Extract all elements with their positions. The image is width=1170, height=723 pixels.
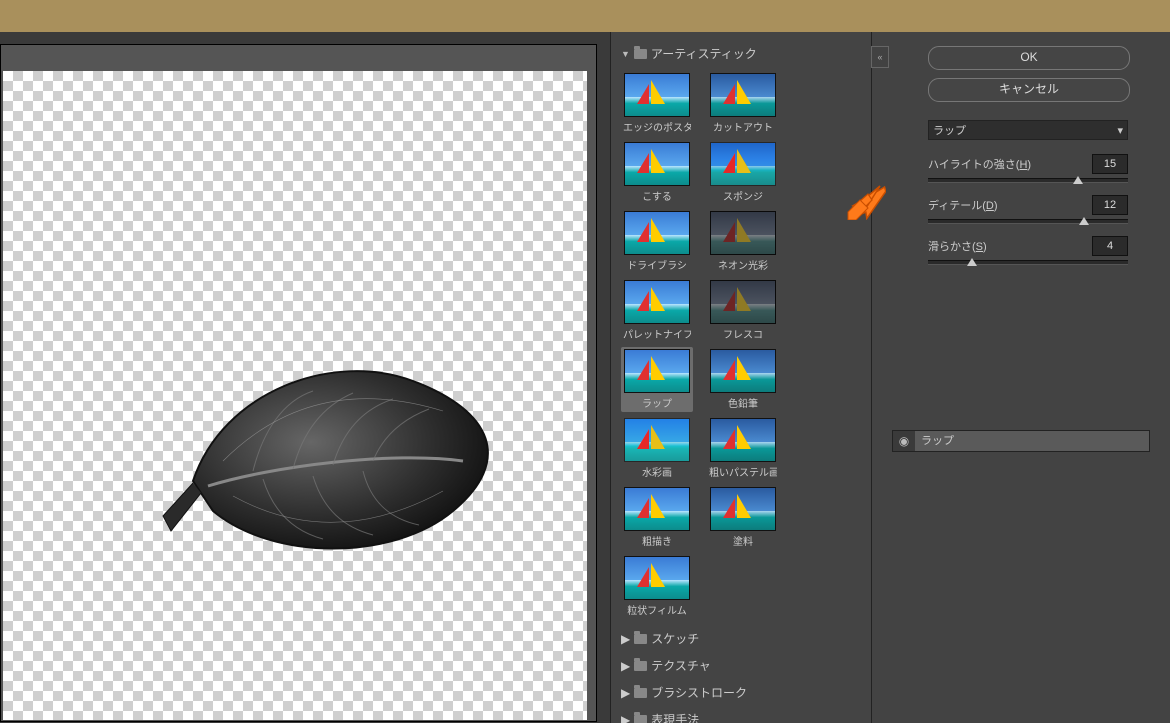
preview-canvas[interactable] <box>3 71 587 720</box>
disclosure-right-icon: ▶ <box>621 632 630 646</box>
slider-knob[interactable] <box>967 258 977 266</box>
filter-category-panel: ▼ アーティスティック エッジのポスタリゼーション カットアウト こする スポン… <box>610 32 872 723</box>
artistic-thumbnails: エッジのポスタリゼーション カットアウト こする スポンジ ドライブラシ ネオン… <box>611 65 871 625</box>
disclosure-right-icon: ▶ <box>621 713 630 723</box>
folder-icon <box>634 715 647 723</box>
effect-layer-row[interactable]: ◉ ラップ <box>892 430 1150 452</box>
category-brush[interactable]: ▶ ブラシストローク <box>611 679 871 706</box>
slider-label: 滑らかさ(S) <box>928 238 987 254</box>
category-stylize[interactable]: ▶ 表現手法 <box>611 706 871 723</box>
filter-neon[interactable]: ネオン光彩 <box>707 209 779 274</box>
folder-icon <box>634 688 647 698</box>
slider-knob[interactable] <box>1079 217 1089 225</box>
folder-icon <box>634 661 647 671</box>
slider-label: ディテール(D) <box>928 197 998 213</box>
chevron-down-icon: ▾ <box>1117 124 1123 137</box>
filter-select[interactable]: ラップ ▾ <box>928 120 1128 140</box>
filter-paint[interactable]: 塗料 <box>707 485 779 550</box>
category-label: テクスチャ <box>651 657 711 674</box>
slider-detail: ディテール(D) 12 <box>928 195 1128 224</box>
category-label: 表現手法 <box>651 711 699 723</box>
disclosure-down-icon: ▼ <box>621 49 630 59</box>
category-label: アーティスティック <box>651 45 757 62</box>
filter-rough-draw[interactable]: 粗描き <box>621 485 693 550</box>
category-label: ブラシストローク <box>651 684 747 701</box>
disclosure-right-icon: ▶ <box>621 686 630 700</box>
disclosure-right-icon: ▶ <box>621 659 630 673</box>
filter-drybrush[interactable]: ドライブラシ <box>621 209 693 274</box>
filter-cutout[interactable]: カットアウト <box>707 71 779 136</box>
slider-smooth: 滑らかさ(S) 4 <box>928 236 1128 265</box>
filter-pencil[interactable]: 色鉛筆 <box>707 347 779 412</box>
window-titlebar <box>0 0 1170 32</box>
filter-watercolor[interactable]: 水彩画 <box>621 416 693 481</box>
filter-select-value: ラップ <box>933 122 966 138</box>
category-sketch[interactable]: ▶ スケッチ <box>611 625 871 652</box>
effect-layer-name: ラップ <box>915 431 1149 451</box>
cancel-button[interactable]: キャンセル <box>928 78 1130 102</box>
preview-pane <box>0 32 610 723</box>
slider-track[interactable] <box>928 219 1128 224</box>
filter-edge-poster[interactable]: エッジのポスタリゼーション <box>621 71 693 136</box>
category-texture[interactable]: ▶ テクスチャ <box>611 652 871 679</box>
slider-value[interactable]: 15 <box>1092 154 1128 174</box>
visibility-eye-icon[interactable]: ◉ <box>893 434 915 448</box>
filter-palette[interactable]: パレットナイフ <box>621 278 693 343</box>
slider-highlight: ハイライトの強さ(H) 15 <box>928 154 1128 183</box>
slider-value[interactable]: 4 <box>1092 236 1128 256</box>
filter-gallery-dialog: ▼ アーティスティック エッジのポスタリゼーション カットアウト こする スポン… <box>0 32 1170 723</box>
filter-fresco[interactable]: フレスコ <box>707 278 779 343</box>
slider-value[interactable]: 12 <box>1092 195 1128 215</box>
folder-icon <box>634 634 647 644</box>
ok-button[interactable]: OK <box>928 46 1130 70</box>
filter-options-panel: « OK キャンセル ラップ ▾ ハイライトの強さ(H) 15 ディテール(D)… <box>872 32 1170 723</box>
slider-track[interactable] <box>928 260 1128 265</box>
filter-film-grain[interactable]: 粒状フィルム <box>621 554 693 619</box>
category-artistic[interactable]: ▼ アーティスティック <box>611 42 871 65</box>
filter-sponge[interactable]: スポンジ <box>707 140 779 205</box>
filter-wrap[interactable]: ラップ <box>621 347 693 412</box>
slider-knob[interactable] <box>1073 176 1083 184</box>
category-label: スケッチ <box>651 630 699 647</box>
slider-track[interactable] <box>928 178 1128 183</box>
slider-label: ハイライトの強さ(H) <box>928 156 1031 172</box>
preview-frame <box>0 44 597 722</box>
collapse-panel-button[interactable]: « <box>871 46 889 68</box>
filter-smudge[interactable]: こする <box>621 140 693 205</box>
preview-image <box>153 311 523 571</box>
folder-icon <box>634 49 647 59</box>
filter-rough-pastel[interactable]: 粗いパステル画 <box>707 416 779 481</box>
